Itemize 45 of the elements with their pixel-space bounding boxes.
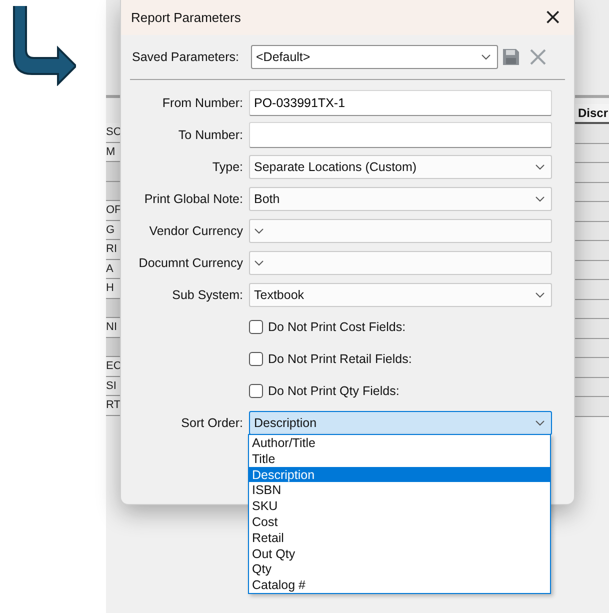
field-label: Sort Order: <box>180 416 244 430</box>
checkbox-label: Do Not Print Qty Fields: <box>268 384 400 398</box>
input-field[interactable]: PO-033991TX-1 <box>249 90 552 116</box>
save-icon[interactable] <box>502 48 520 66</box>
list-item[interactable]: Out Qty <box>249 546 550 562</box>
field-label: From Number: <box>161 96 244 110</box>
field-label: Saved Parameters: <box>132 50 240 64</box>
list-item[interactable]: Cost <box>249 514 550 530</box>
dropdown[interactable]: Textbook <box>249 283 552 307</box>
chevron-icon <box>254 228 264 234</box>
list-item[interactable]: ISBN <box>249 482 550 498</box>
field-label: Print Global Note: <box>143 192 244 206</box>
dropdown[interactable]: Separate Locations (Custom) <box>249 155 552 179</box>
list-item[interactable]: Qty <box>249 561 550 578</box>
field-value: <Default> <box>256 50 310 64</box>
checkbox[interactable] <box>249 320 263 334</box>
list-item[interactable]: Author/Title <box>249 435 550 451</box>
saved-parameters-dropdown[interactable]: <Default> <box>251 45 498 69</box>
sort-order-dropdown[interactable]: Description <box>249 410 552 434</box>
chevron-icon <box>535 164 545 170</box>
column-header: Discr <box>575 104 609 124</box>
list-item[interactable]: Retail <box>249 530 550 546</box>
chevron-icon <box>481 54 491 60</box>
list-item[interactable]: Catalog # <box>249 577 550 593</box>
chevron-icon <box>535 420 545 426</box>
field-label: Sub System: <box>171 288 244 302</box>
delete-icon[interactable] <box>530 49 546 65</box>
field-label: To Number: <box>177 128 244 142</box>
checkbox-label: Do Not Print Cost Fields: <box>268 320 406 334</box>
chevron-icon <box>535 196 545 202</box>
window-title: Report Parameters <box>131 10 241 25</box>
checkbox-label: Do Not Print Retail Fields: <box>268 352 412 366</box>
close-button[interactable]: × <box>540 6 566 28</box>
input-field[interactable] <box>249 122 552 148</box>
chevron-icon <box>254 260 264 266</box>
list-item[interactable]: Description <box>249 466 550 482</box>
list-item[interactable]: SKU <box>249 498 550 514</box>
field-label: Documnt Currency <box>138 256 244 270</box>
field-label: Vendor Currency <box>148 224 244 238</box>
list-item[interactable]: Title <box>249 450 550 467</box>
checkbox[interactable] <box>249 384 263 398</box>
checkbox[interactable] <box>249 352 263 366</box>
field-label: Type: <box>211 160 244 174</box>
chevron-icon <box>535 292 545 298</box>
dropdown[interactable]: Both <box>249 187 552 211</box>
